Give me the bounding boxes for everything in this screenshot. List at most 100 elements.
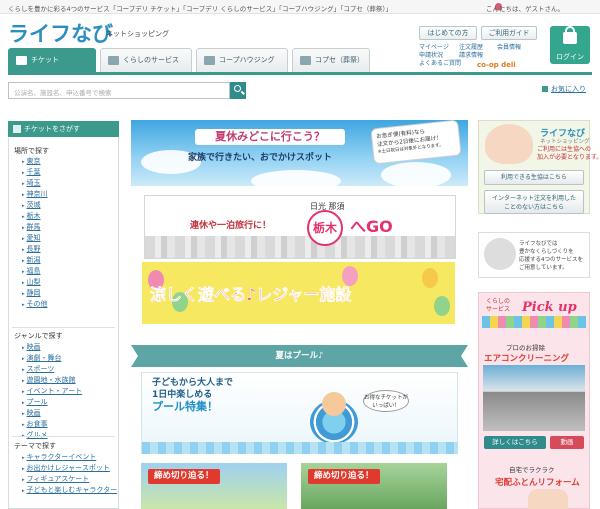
tab-life-service[interactable]: くらしのサービス [100, 48, 192, 72]
aircon-video-button[interactable]: 動画 [550, 436, 584, 449]
info-line: ライフなびでは [519, 241, 558, 247]
place-aichi[interactable]: 愛知 [22, 233, 48, 244]
deadline-card[interactable]: 締め切り迫る！ [301, 463, 447, 509]
summer-outing-subtitle: 家族で行きたい、おでかけスポット [188, 153, 333, 163]
place-niigata[interactable]: 新潟 [22, 255, 48, 266]
theme-character[interactable]: キャラクターイベント [22, 452, 117, 463]
membership-notice: ご利用には生協への 加入が必要となります。 [537, 146, 600, 162]
favorites-link[interactable]: お気に入り [542, 84, 586, 94]
mypage-link[interactable]: マイページ [419, 44, 461, 52]
tab-ticket[interactable]: チケット [8, 48, 96, 72]
theme-skating[interactable]: フィギュアスケート [22, 474, 117, 485]
header-links-col3: 会員情報 [497, 44, 521, 52]
tab-life-service-label: くらしのサービス [123, 56, 179, 64]
theme-kids-character[interactable]: 子どもと楽しむキャラクター [22, 485, 118, 496]
genre-amusement[interactable]: 遊園地・水族館 [22, 375, 82, 386]
place-chiba[interactable]: 千葉 [22, 167, 48, 178]
house-icon [204, 56, 215, 65]
place-ibaraki[interactable]: 茨城 [22, 200, 48, 211]
wave-strip [142, 442, 458, 454]
billing-link[interactable]: 請求情報 [459, 52, 483, 60]
login-button[interactable]: ログイン [550, 26, 590, 64]
aircon-photo[interactable] [483, 365, 585, 431]
info-line: 豊かなくらしづくりを [519, 249, 574, 255]
info-line: 応援する4つのサービスを [519, 257, 584, 263]
deadline-tag: 締め切り迫る！ [148, 469, 220, 484]
button-line: ことのない方はこちら [504, 204, 564, 211]
theme-leisure[interactable]: お出かけレジャースポット [22, 463, 117, 474]
place-tokyo[interactable]: 東京 [22, 156, 48, 167]
tochigi-circle: 栃木 [307, 210, 343, 246]
search-button[interactable] [230, 82, 246, 99]
genre-list: 映画 演劇・舞台 スポーツ 遊園地・水族館 イベント・アート プール 映画 お食… [22, 342, 83, 441]
top-bar-lead: くらしを豊かに彩る4つのサービス「コープデリ チケット」「コープデリ くらしのサ… [8, 5, 393, 13]
balloon-shape [422, 268, 438, 288]
header-links-col2: 注文履歴 請求情報 [459, 44, 483, 60]
genre-theater[interactable]: 演劇・舞台 [22, 353, 82, 364]
cloud-character-icon [484, 238, 516, 270]
first-time-button[interactable]: はじめての方 [419, 26, 477, 40]
top-bar: くらしを豊かに彩る4つのサービス「コープデリ チケット」「コープデリ くらしのサ… [0, 0, 600, 14]
genre-movie[interactable]: 映画 [22, 342, 82, 353]
place-yamanashi[interactable]: 山梨 [22, 277, 48, 288]
place-gunma[interactable]: 群馬 [22, 222, 48, 233]
pickup-caption: くらしの サービス [486, 298, 510, 314]
place-saitama[interactable]: 埼玉 [22, 178, 48, 189]
place-fukushima[interactable]: 福島 [22, 266, 48, 277]
pickup-caption-line: くらしの [486, 298, 511, 305]
place-nagano[interactable]: 長野 [22, 244, 48, 255]
member-info-link[interactable]: 会員情報 [497, 44, 521, 52]
place-shizuoka[interactable]: 静岡 [22, 288, 48, 299]
skyline-illustration [145, 236, 455, 258]
site-logo[interactable]: ライフなび [8, 18, 113, 48]
theme-list: キャラクターイベント お出かけレジャースポット フィギュアスケート 子どもと楽し… [22, 452, 118, 496]
tab-funeral[interactable]: コプセ（葬祭） [292, 48, 370, 72]
lock-icon [563, 26, 577, 44]
first-internet-order-button[interactable]: インターネット注文を利用した ことのない方はこちら [484, 190, 584, 214]
genre-sports[interactable]: スポーツ [22, 364, 82, 375]
search-input[interactable]: 公演名、施設名、申込番号で検索 [8, 82, 230, 99]
aircon-cleaning-title[interactable]: エアコンクリーニング [484, 352, 569, 364]
faq-link[interactable]: よくあるご質問 [419, 60, 461, 68]
futon-reform-title[interactable]: 宅配ふとんリフォーム [495, 476, 580, 488]
four-services-text: ライフなびでは 豊かなくらしづくりを 応援する4つのサービスを ご用意しています… [519, 240, 583, 272]
pool-line-3: プール特集！ [152, 400, 218, 413]
place-list: 東京 千葉 埼玉 神奈川 茨城 栃木 群馬 愛知 長野 新潟 福島 山梨 静岡 … [22, 156, 48, 310]
genre-movie-2[interactable]: 映画 [22, 408, 82, 419]
place-other[interactable]: その他 [22, 299, 48, 310]
user-guide-button[interactable]: ご利用ガイド [481, 26, 537, 40]
pool-feature-text: 子どもから大人まで 1日中楽しめる プール特集！ [152, 377, 233, 413]
order-history-link[interactable]: 注文履歴 [459, 44, 483, 52]
deadline-tag: 締め切り迫る！ [308, 469, 380, 484]
tochigi-banner-lead: 連休や一泊旅行に！ [190, 221, 272, 231]
button-line: インターネット注文を利用した [491, 195, 576, 202]
genre-pool[interactable]: プール [22, 397, 82, 408]
status-link[interactable]: 申請状況 [419, 52, 461, 60]
side-logo-sub: ネットショッピング [540, 139, 590, 145]
login-label: ログイン [556, 53, 584, 61]
tab-housing-label: コープハウジング [219, 56, 275, 64]
tab-housing[interactable]: コープハウジング [196, 48, 288, 72]
cloud-shape [381, 162, 451, 186]
genre-label: ジャンルで探す [14, 332, 63, 340]
notice-line: 加入が必要となります。 [537, 154, 600, 161]
futon-photo [528, 489, 568, 509]
place-kanagawa[interactable]: 神奈川 [22, 189, 48, 200]
greeting-text: こんにちは、ゲストさん。 [486, 5, 564, 13]
theme-label: テーマで探す [14, 442, 56, 450]
ticket-icon [16, 56, 27, 65]
sidebar-title: チケットをさがす [8, 121, 119, 137]
service-icon [108, 56, 119, 65]
pro-cleaning-label: プロのお掃除 [506, 344, 545, 352]
place-tochigi[interactable]: 栃木 [22, 211, 48, 222]
tab-funeral-label: コプセ（葬祭） [315, 56, 364, 64]
site-logo-sub: ネットショッピング [106, 30, 169, 38]
genre-dining[interactable]: お食事 [22, 419, 82, 430]
pickup-title: Pick up [522, 300, 577, 315]
deadline-card[interactable]: 締め切り迫る！ [141, 463, 287, 509]
available-coops-button[interactable]: 利用できる生協はこちら [484, 170, 584, 185]
genre-event-art[interactable]: イベント・アート [22, 386, 83, 397]
search-icon [234, 85, 241, 92]
aircon-detail-button[interactable]: 詳しくはこちら [484, 436, 546, 449]
funeral-icon [300, 56, 311, 65]
